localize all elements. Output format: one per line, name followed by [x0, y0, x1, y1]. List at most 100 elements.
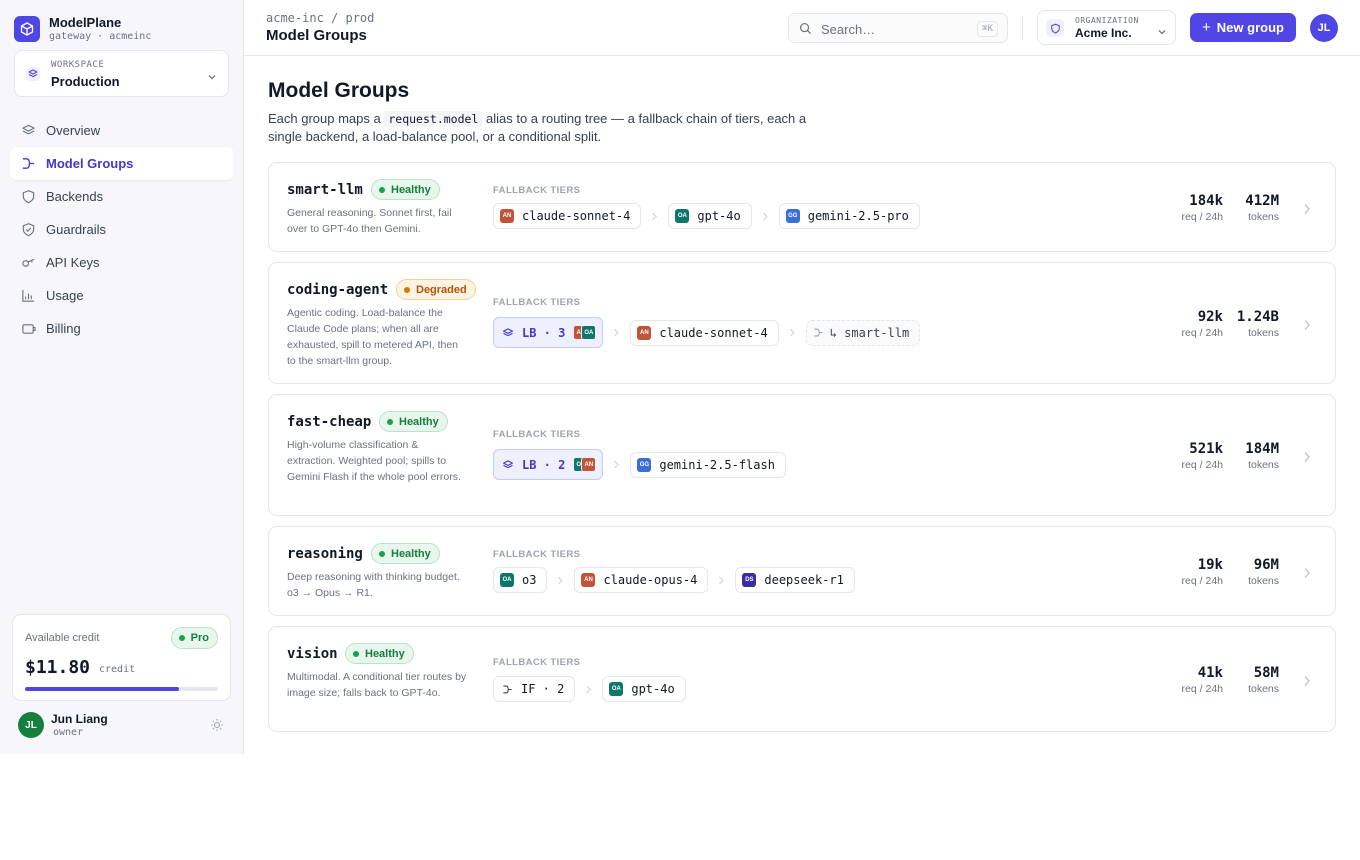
chevron-right-icon[interactable]	[1303, 202, 1311, 220]
provider-an-icon: AN	[581, 573, 596, 587]
load-balance-chip[interactable]: LB · 2 OAAN	[493, 449, 604, 480]
sidebar-item-api-keys[interactable]: API Keys	[10, 246, 234, 279]
requests-label: req / 24h	[1181, 211, 1223, 223]
brand[interactable]: ModelPlane gateway · acmeinc	[14, 15, 151, 43]
group-description: Multimodal. A conditional tier routes by…	[287, 671, 467, 699]
tier-label: claude-sonnet-4	[659, 325, 768, 340]
chevron-right-icon[interactable]	[1303, 566, 1311, 584]
status-dot-icon	[379, 186, 385, 193]
plan-badge-label: Pro	[190, 632, 209, 644]
sidebar-item-label: Backends	[46, 189, 104, 204]
header-divider	[1022, 16, 1023, 40]
model-group-card[interactable]: vision Healthy Multimodal. A conditional t…	[268, 626, 1336, 732]
sidebar-item-billing[interactable]: Billing	[10, 312, 234, 345]
breadcrumb[interactable]: acme-inc / prod	[266, 11, 374, 25]
sidebar-item-model-groups[interactable]: Model Groups	[10, 147, 234, 180]
provider-ds-icon: DS	[742, 573, 757, 587]
fallback-tiers-label: FALLBACK TIERS	[493, 297, 581, 308]
chevron-right-icon	[603, 460, 630, 469]
chevron-right-icon	[575, 685, 602, 694]
requests-label: req / 24h	[1181, 683, 1223, 695]
tier-chip[interactable]: DS deepseek-r1	[735, 567, 855, 593]
group-description: Agentic coding. Load-balance the Claude …	[287, 307, 459, 367]
provider-an-icon: AN	[637, 325, 652, 340]
requests-value: 41k	[1197, 665, 1223, 681]
sun-icon[interactable]	[210, 718, 224, 737]
sidebar-item-label: Model Groups	[46, 156, 134, 171]
search-input[interactable]: Search… ⌘K	[788, 13, 1008, 43]
brand-name: ModelPlane	[49, 15, 122, 30]
chevron-down-icon	[207, 69, 217, 87]
status-label: Healthy	[391, 183, 431, 196]
conditional-chip[interactable]: IF · 2	[493, 676, 576, 702]
page-description-text: Each group maps a	[268, 111, 381, 126]
tier-chip[interactable]: GG gemini-2.5-pro	[778, 203, 920, 229]
sidebar-item-label: API Keys	[46, 255, 100, 270]
fallback-tiers: OA o3 AN claude-opus-4 DS deepseek-r1	[493, 567, 855, 593]
provider-oa-icon: OA	[581, 325, 597, 340]
credit-label: Available credit	[25, 632, 100, 644]
plan-badge: Pro	[170, 627, 218, 649]
requests-label: req / 24h	[1181, 459, 1223, 471]
tier-chip[interactable]: OA o3	[493, 567, 548, 593]
fallback-tiers: LB · 3 ANOA AN claude-sonnet-4 ↳ smart-llm	[493, 317, 921, 348]
tier-chip[interactable]: AN claude-sonnet-4	[630, 319, 779, 346]
sidebar-item-guardrails[interactable]: Guardrails	[10, 213, 234, 246]
fallback-tiers-label: FALLBACK TIERS	[493, 657, 581, 668]
provider-oa-icon: OA	[500, 573, 514, 587]
top-header: acme-inc / prod Model Groups Search… ⌘K …	[244, 0, 1360, 56]
shield-icon	[20, 189, 36, 205]
avatar[interactable]: JL	[1310, 14, 1338, 42]
wallet-icon	[20, 321, 36, 337]
new-group-button[interactable]: + New group	[1190, 13, 1296, 42]
model-group-card[interactable]: fast-cheap Healthy High-volume classificat…	[268, 394, 1336, 516]
search-icon	[799, 22, 812, 40]
tier-label: claude-opus-4	[603, 573, 698, 587]
status-badge: Healthy	[379, 411, 448, 432]
tier-chip[interactable]: AN claude-sonnet-4	[493, 203, 642, 229]
credit-unit: credit	[99, 664, 136, 675]
tier-label: deepseek-r1	[764, 573, 844, 587]
chevron-right-icon[interactable]	[1303, 318, 1311, 336]
provider-oa-icon: OA	[675, 209, 690, 223]
user-profile[interactable]: JL Jun Liang owner	[18, 712, 228, 740]
status-badge: Healthy	[371, 179, 440, 200]
tier-chip[interactable]: AN claude-opus-4	[574, 567, 709, 593]
model-group-card[interactable]: smart-llm Healthy General reasoning. Sonne…	[268, 162, 1336, 252]
provider-stack: OAAN	[573, 457, 597, 472]
sidebar-item-overview[interactable]: Overview	[10, 114, 234, 147]
layers-icon	[20, 123, 36, 139]
chevron-right-icon[interactable]	[1303, 674, 1311, 692]
tier-chip[interactable]: GG gemini-2.5-flash	[630, 451, 786, 478]
load-balance-chip[interactable]: LB · 3 ANOA	[493, 317, 604, 348]
plus-icon: +	[1202, 19, 1211, 36]
tokens-label: tokens	[1248, 683, 1279, 695]
layers-icon	[502, 327, 514, 339]
sidebar-item-usage[interactable]: Usage	[10, 279, 234, 312]
sidebar: ModelPlane gateway · acmeinc WORKSPACE P…	[0, 0, 244, 754]
sidebar-nav: Overview Model Groups Backends Guardrail…	[10, 114, 234, 345]
status-dot-icon	[387, 418, 393, 425]
organization-selector[interactable]: ORGANIZATION Acme Inc.	[1037, 10, 1176, 45]
shield-icon	[1046, 19, 1064, 37]
group-reference-chip[interactable]: ↳ smart-llm	[805, 319, 921, 346]
route-icon	[813, 327, 824, 338]
model-group-card[interactable]: reasoning Healthy Deep reasoning with thin…	[268, 526, 1336, 616]
tier-chip[interactable]: OA gpt-4o	[602, 676, 686, 702]
status-dot-icon	[353, 650, 359, 657]
workspace-selector[interactable]: WORKSPACE Production	[14, 50, 229, 97]
group-name: coding-agent	[287, 282, 389, 298]
provider-gg-icon: GG	[637, 457, 652, 472]
cube-logo-icon	[14, 16, 40, 42]
sidebar-item-label: Usage	[46, 288, 84, 303]
layers-icon	[502, 459, 514, 471]
tokens-label: tokens	[1248, 575, 1279, 587]
chevron-right-icon[interactable]	[1303, 450, 1311, 468]
avatar: JL	[18, 712, 44, 738]
tokens-value: 1.24B	[1236, 309, 1279, 325]
tier-label: LB · 2	[522, 457, 566, 472]
sidebar-item-backends[interactable]: Backends	[10, 180, 234, 213]
status-label: Healthy	[365, 647, 405, 660]
tier-chip[interactable]: OA gpt-4o	[668, 203, 752, 229]
model-group-card[interactable]: coding-agent Degraded Agentic coding. Load…	[268, 262, 1336, 384]
